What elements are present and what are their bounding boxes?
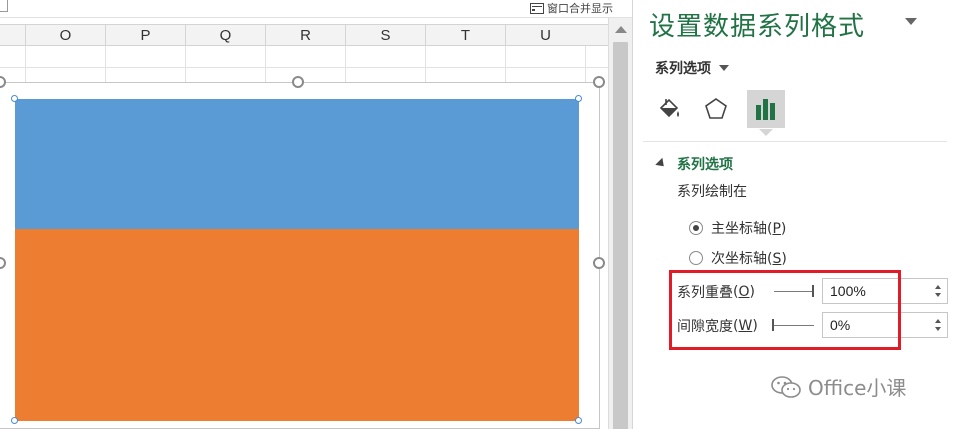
series-selection-dot[interactable] [575,417,582,424]
column-header-r[interactable]: R [265,25,345,46]
watermark-text: Office小课 [808,376,907,400]
series-selection-dot[interactable] [11,417,18,424]
plot-series-on-label: 系列绘制在 [677,184,747,200]
top-strip: 窗口合并显示 [0,0,632,18]
vertical-scrollbar[interactable] [608,18,632,429]
column-header-t[interactable]: T [425,25,505,46]
wechat-icon [771,375,801,398]
column-header-o[interactable]: O [25,25,105,46]
primary-axis-accel: P [772,221,781,237]
pane-title: 设置数据系列格式 [649,12,866,42]
chart-resize-handle[interactable] [593,76,605,88]
column-header-s[interactable]: S [345,25,425,46]
secondary-axis-label: 次坐标轴(S) [711,251,787,267]
corner-fragment [0,0,8,12]
chart-resize-handle[interactable] [593,257,605,269]
secondary-axis-accel: S [772,251,782,267]
column-header-p[interactable]: P [105,25,185,46]
excel-window: 窗口合并显示 O P Q R S T U 设置数据系列格式 系列选项 系列选项 … [0,0,953,429]
tab-fill-line[interactable] [650,90,688,128]
grid-line [0,67,608,68]
secondary-axis-radio[interactable] [689,251,703,265]
primary-axis-radio[interactable] [689,221,703,235]
collapse-triangle-icon [655,157,668,170]
series-selection-dot[interactable] [11,95,18,102]
secondary-axis-text: 次坐标轴 [711,251,767,267]
window-merge-label: 窗口合并显示 [547,2,613,15]
plot-area[interactable] [15,99,579,421]
format-series-pane: 设置数据系列格式 系列选项 系列选项 系列绘制在 主坐标轴(P) 次坐标轴(S)… [632,0,953,429]
spin-down-icon[interactable] [935,327,941,331]
secondary-axis-option[interactable]: 次坐标轴(S) [689,248,787,268]
primary-axis-label: 主坐标轴(P) [711,221,787,237]
scroll-up-icon[interactable] [615,26,627,33]
annotation-highlight-box [669,270,901,350]
series-options-dropdown[interactable]: 系列选项 [655,58,729,78]
watermark: Office小课 [770,372,906,401]
spin-up-icon[interactable] [935,285,941,289]
window-merge-icon [530,2,544,14]
window-merge-button[interactable]: 窗口合并显示 [530,1,613,15]
chevron-down-icon [719,65,729,71]
chart-resize-handle[interactable] [292,76,304,88]
scroll-thumb[interactable] [613,42,628,429]
column-headers: O P Q R S T U [0,24,608,46]
series-selection-dot[interactable] [575,95,582,102]
tab-effects[interactable] [697,90,735,128]
worksheet: 窗口合并显示 O P Q R S T U [0,0,632,429]
primary-axis-text: 主坐标轴 [711,221,767,237]
series-bar-top[interactable] [15,99,579,229]
spin-down-icon[interactable] [935,293,941,297]
divider [643,141,947,142]
active-tab-pointer [759,129,773,136]
pentagon-icon [705,98,727,119]
tab-series-options[interactable] [747,90,785,128]
primary-axis-option[interactable]: 主坐标轴(P) [689,218,786,238]
spin-up-icon[interactable] [935,319,941,323]
bar-chart-icon [756,99,775,120]
series-options-section-title: 系列选项 [677,157,733,173]
series-options-section[interactable]: 系列选项 [655,154,733,174]
series-options-dropdown-label: 系列选项 [655,61,711,77]
column-header-u[interactable]: U [505,25,585,46]
column-header-q[interactable]: Q [185,25,265,46]
pane-options-icon[interactable] [905,18,917,25]
series-bar-bottom[interactable] [15,229,579,421]
paint-bucket-icon [659,98,679,118]
